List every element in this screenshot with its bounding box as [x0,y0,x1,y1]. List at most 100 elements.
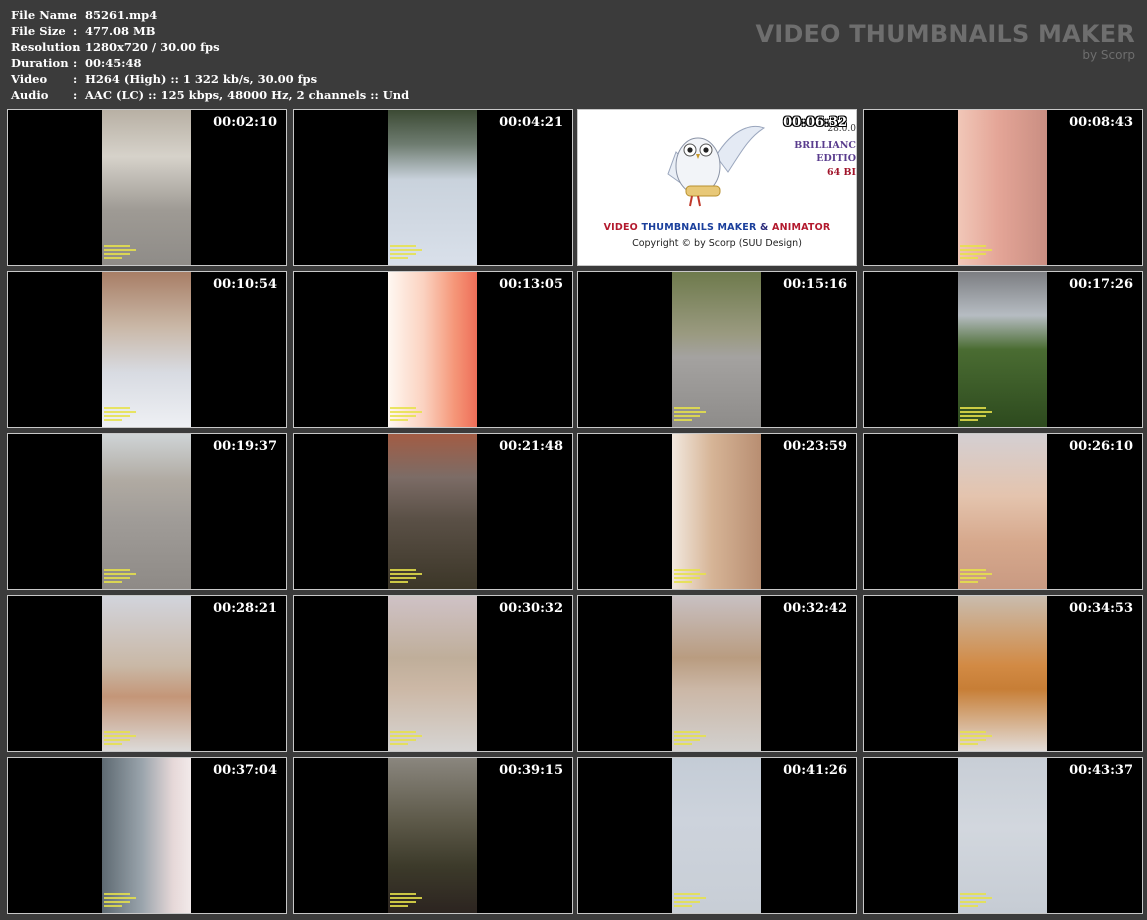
thumbnail-frame [102,272,191,427]
watermark-marks [674,729,714,745]
thumbnail-frame [672,596,761,751]
file-info-value: 85261.mp4 [85,8,158,22]
thumbnail-timecode: 00:34:53 [1069,601,1133,616]
file-info-sep: : [73,88,78,102]
watermark-marks [104,729,144,745]
thumbnail-timecode: 00:08:43 [1069,115,1133,130]
brand-watermark: VIDEO THUMBNAILS MAKER by Scorp [755,20,1135,62]
splash-edition-line-2: EDITIO [816,153,856,164]
file-info-sep: : [73,24,78,38]
thumbnail-timecode: 00:06:32 [783,115,847,130]
thumbnail: 00:15:16 [577,271,857,428]
watermark-marks [674,891,714,907]
watermark-marks [390,567,430,583]
watermark-marks [674,405,714,421]
thumbnail: 00:26:10 [863,433,1143,590]
splash-title-animator: ANIMATOR [772,222,831,233]
file-info-block: File Name:85261.mp4 File Size:477.08 MB Re… [11,7,409,103]
thumbnail: 00:28:21 [7,595,287,752]
watermark-marks [390,405,430,421]
thumbnail-frame [672,434,761,589]
thumbnail: 00:43:37 [863,757,1143,914]
thumbnail: 00:32:42 [577,595,857,752]
watermark-marks [390,243,430,259]
splash-copyright: Copyright © by Scorp (SUU Design) [632,238,802,249]
thumbnail: 00:19:37 [7,433,287,590]
file-info-sep: : [73,72,78,86]
file-info-sep: : [73,56,78,70]
thumbnail-timecode: 00:41:26 [783,763,847,778]
thumbnail-timecode: 00:26:10 [1069,439,1133,454]
splash-title: VIDEO THUMBNAILS MAKER & ANIMATOR [578,222,856,233]
brand-title: VIDEO THUMBNAILS MAKER [755,20,1135,48]
thumbnail-timecode: 00:10:54 [213,277,277,292]
thumbnail-timecode: 00:28:21 [213,601,277,616]
thumbnail: 00:23:59 [577,433,857,590]
file-info-value: 477.08 MB [85,24,156,38]
file-info-value: 00:45:48 [85,56,142,70]
thumbnail-frame [958,272,1047,427]
thumbnail-frame [388,434,477,589]
thumbnail: 00:17:26 [863,271,1143,428]
file-info-key: Duration [11,56,69,70]
watermark-marks [390,891,430,907]
file-info-key: Video [11,72,48,86]
thumbnail: 00:41:26 [577,757,857,914]
watermark-marks [104,891,144,907]
watermark-marks [674,567,714,583]
file-info-row: Duration:00:45:48 [11,55,409,71]
thumbnail-frame [388,110,477,265]
thumbnail: 00:30:32 [293,595,573,752]
thumbnail-timecode: 00:17:26 [1069,277,1133,292]
thumbnail-frame [102,434,191,589]
file-info-row: File Name:85261.mp4 [11,7,409,23]
file-info-row: File Size:477.08 MB [11,23,409,39]
watermark-marks [960,243,1000,259]
thumbnail-frame [958,110,1047,265]
watermark-marks [104,405,144,421]
file-info-key: Resolution [11,40,81,54]
splash-title-thumbnails: THUMBNAILS MAKER [641,222,757,233]
thumbnail: 00:34:53 [863,595,1143,752]
splash-title-amp: & [756,222,773,233]
thumbnail-frame [672,758,761,913]
splash-title-video: VIDEO [603,222,642,233]
file-info-value: H264 (High) :: 1 322 kb/s, 30.00 fps [85,72,318,86]
thumbnail: 00:04:21 [293,109,573,266]
thumbnail-frame [102,110,191,265]
thumbnail-timecode: 00:23:59 [783,439,847,454]
thumbnail: 28.0.0 BRILLIANC EDITIO 64 BI VIDEO THUM… [577,109,857,266]
thumbnail-timecode: 00:37:04 [213,763,277,778]
thumbnail-timecode: 00:30:32 [499,601,563,616]
watermark-marks [104,243,144,259]
thumbnail-frame [958,758,1047,913]
watermark-marks [960,729,1000,745]
file-info-key: Audio [11,88,49,102]
thumbnail: 00:10:54 [7,271,287,428]
thumbnail-timecode: 00:19:37 [213,439,277,454]
thumbnail: 00:02:10 [7,109,287,266]
thumbnail-frame [388,596,477,751]
thumbnail-frame [958,434,1047,589]
thumbnail-frame [388,758,477,913]
thumbnail: 00:21:48 [293,433,573,590]
thumbnail-timecode: 00:13:05 [499,277,563,292]
thumbnail: 00:13:05 [293,271,573,428]
thumbnail-frame [102,596,191,751]
thumbnail-timecode: 00:04:21 [499,115,563,130]
watermark-marks [960,891,1000,907]
watermark-marks [390,729,430,745]
splash-edition-line-3: 64 BI [826,167,856,178]
file-info-key: File Size [11,24,66,38]
file-info-row: Video: H264 (High) :: 1 322 kb/s, 30.00 f… [11,71,409,87]
watermark-marks [960,405,1000,421]
file-info-row: Resolution:1280x720 / 30.00 fps [11,39,409,55]
thumbnail-timecode: 00:43:37 [1069,763,1133,778]
thumbnail-grid: 00:02:10 00:04:21 28.0.0 BRILLIANC EDITIO… [7,109,1145,917]
thumbnail-frame [102,758,191,913]
file-info-row: Audio: AAC (LC) :: 125 kbps, 48000 Hz, 2 … [11,87,409,103]
thumbnail-timecode: 00:15:16 [783,277,847,292]
file-info-sep: : [73,8,78,22]
thumbnail-timecode: 00:32:42 [783,601,847,616]
thumbnail-frame [958,596,1047,751]
